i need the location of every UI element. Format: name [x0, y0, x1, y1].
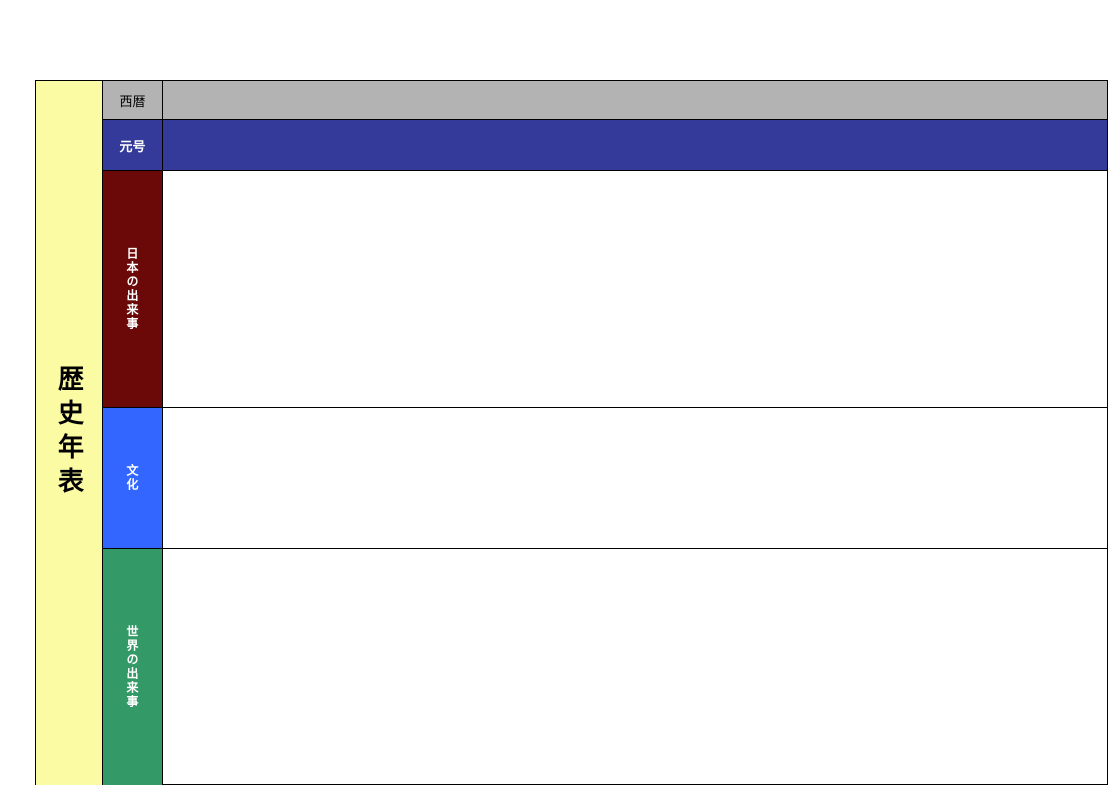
timeline-table: 歴史年表 西暦 元号 日本の出来事 文化 世界の出来事: [35, 80, 1108, 785]
label-world-events: 世界の出来事: [103, 549, 163, 785]
label-japan-events: 日本の出来事: [103, 171, 163, 407]
label-era-name: 元号: [103, 120, 163, 170]
row-japan-events: 日本の出来事: [103, 171, 1108, 408]
title-column: 歴史年表: [36, 81, 103, 785]
rows-column: 西暦 元号 日本の出来事 文化 世界の出来事: [103, 81, 1108, 785]
content-era-name: [163, 120, 1108, 170]
row-culture: 文化: [103, 408, 1108, 549]
chart-title: 歴史年表: [51, 365, 88, 501]
content-world-events: [163, 549, 1108, 785]
label-western-year: 西暦: [103, 81, 163, 119]
row-western-year: 西暦: [103, 81, 1108, 120]
row-world-events: 世界の出来事: [103, 549, 1108, 785]
label-culture: 文化: [103, 408, 163, 548]
row-era-name: 元号: [103, 120, 1108, 171]
content-japan-events: [163, 171, 1108, 407]
content-culture: [163, 408, 1108, 548]
content-western-year: [163, 81, 1108, 119]
